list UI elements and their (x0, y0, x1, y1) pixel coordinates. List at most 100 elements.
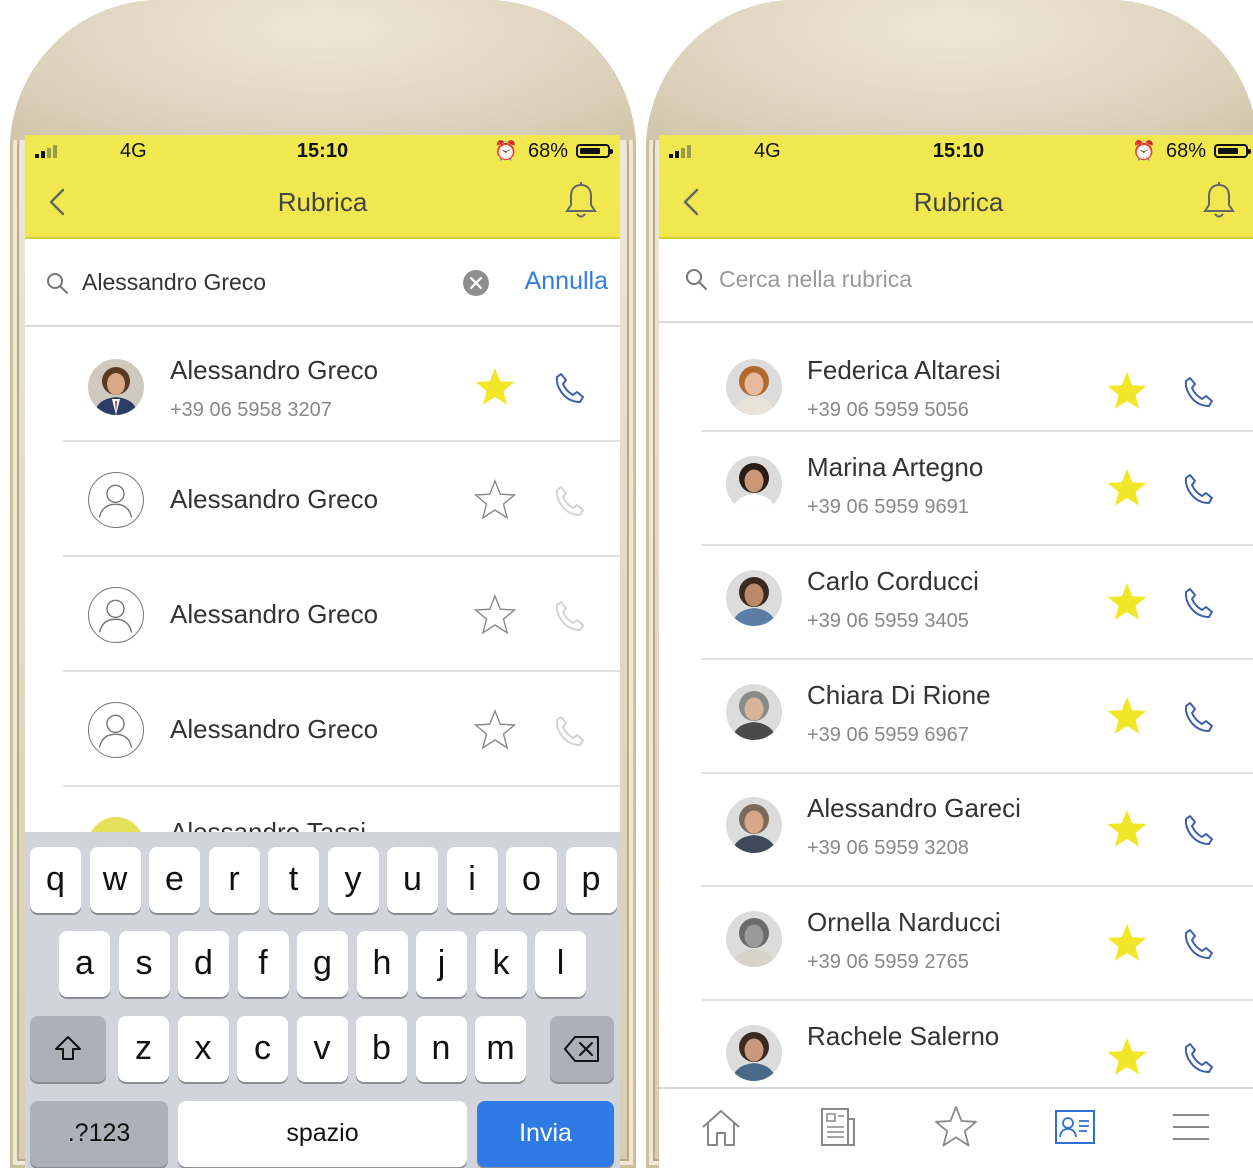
tab-bar (659, 1087, 1253, 1168)
user-placeholder-icon (88, 702, 144, 758)
contact-name: Alessandro Greco (170, 599, 379, 629)
contacts-icon[interactable] (1051, 1103, 1099, 1151)
key-a[interactable]: a (59, 931, 110, 997)
key-z[interactable]: z (118, 1016, 169, 1082)
star-filled-icon[interactable] (1105, 807, 1149, 851)
search-icon (47, 273, 68, 294)
contact-name: Alessandro Greco (170, 355, 379, 385)
phone-call-icon[interactable] (1182, 472, 1216, 506)
phone-call-icon[interactable] (1182, 586, 1216, 620)
phone-call-icon[interactable] (1182, 927, 1216, 961)
alarm-icon: ⏰ (1132, 141, 1156, 162)
phone-call-icon[interactable] (1182, 1041, 1216, 1075)
contact-row[interactable]: Ornella Narducci +39 06 5959 2765 (659, 887, 1253, 1001)
contact-phone: +39 06 5959 5056 (807, 399, 969, 421)
contact-row[interactable]: Marina Artegno +39 06 5959 9691 (659, 432, 1253, 546)
star-filled-icon[interactable] (473, 365, 517, 409)
key-i[interactable]: i (446, 847, 498, 913)
key-c[interactable]: c (237, 1016, 288, 1082)
menu-icon[interactable] (1167, 1103, 1215, 1151)
space-key[interactable]: spazio (178, 1101, 467, 1167)
contact-name: Chiara Di Rione (807, 680, 991, 710)
contact-name: Carlo Corducci (807, 566, 979, 596)
cancel-search-button[interactable]: Annulla (525, 267, 608, 296)
favorites-icon[interactable] (932, 1103, 980, 1151)
phone-call-disabled-icon (555, 486, 584, 516)
left-screen: 4G 15:10 ⏰ 68% Rubrica Alessandro Greco … (25, 135, 620, 1168)
key-d[interactable]: d (178, 931, 229, 997)
star-outline-icon[interactable] (473, 708, 517, 752)
left-phone-frame: 4G 15:10 ⏰ 68% Rubrica Alessandro Greco … (10, 0, 636, 1168)
key-y[interactable]: y (327, 847, 379, 913)
home-icon[interactable] (697, 1103, 745, 1151)
key-q[interactable]: q (30, 847, 81, 913)
shift-key[interactable] (30, 1016, 106, 1082)
key-e[interactable]: e (149, 847, 200, 913)
phone-call-icon[interactable] (1182, 375, 1216, 409)
key-p[interactable]: p (565, 847, 617, 913)
send-key[interactable]: Invia (477, 1101, 614, 1167)
right-screen: 4G 15:10 ⏰ 68% Rubrica Cerca nella rubri… (659, 135, 1253, 1168)
key-m[interactable]: m (475, 1016, 526, 1082)
star-outline-icon[interactable] (473, 593, 517, 637)
bell-icon[interactable] (564, 181, 598, 221)
result-row[interactable]: Alessandro Greco (25, 557, 620, 672)
phone-call-icon[interactable] (1182, 813, 1216, 847)
phone-bezel (10, 0, 636, 140)
key-g[interactable]: g (297, 931, 348, 997)
result-row[interactable]: Alessandro Greco (25, 442, 620, 557)
key-b[interactable]: b (356, 1016, 407, 1082)
key-l[interactable]: l (535, 931, 586, 997)
result-row[interactable]: Alessandro Greco +39 06 5958 3207 (25, 327, 620, 442)
star-filled-icon[interactable] (1105, 580, 1149, 624)
key-s[interactable]: s (118, 931, 170, 997)
search-input[interactable]: Cerca nella rubrica (719, 266, 912, 293)
contact-phone: +39 06 5959 2765 (807, 951, 969, 973)
key-f[interactable]: f (237, 931, 289, 997)
star-filled-icon[interactable] (1105, 369, 1149, 413)
right-phone-frame: 4G 15:10 ⏰ 68% Rubrica Cerca nella rubri… (646, 0, 1253, 1168)
contact-photo (88, 359, 144, 415)
star-outline-icon[interactable] (473, 478, 517, 522)
phone-call-icon[interactable] (1182, 700, 1216, 734)
key-x[interactable]: x (177, 1016, 229, 1082)
key-n[interactable]: n (415, 1016, 467, 1082)
contact-row[interactable]: Alessandro Gareci +39 06 5959 3208 (659, 773, 1253, 887)
key-h[interactable]: h (356, 931, 408, 997)
contact-row[interactable]: Chiara Di Rione +39 06 5959 6967 (659, 660, 1253, 774)
battery-percent: 68% (1165, 140, 1206, 162)
keyboard: qwertyuiop asdfghjkl zxcvbnm .?123 spazi… (25, 832, 620, 1168)
search-input[interactable]: Alessandro Greco (82, 269, 266, 296)
contact-name: Alessandro Gareci (807, 793, 1021, 823)
star-filled-icon[interactable] (1105, 466, 1149, 510)
key-j[interactable]: j (416, 931, 467, 997)
status-bar: 4G 15:10 ⏰ 68% (659, 135, 1253, 167)
contact-name: Federica Altaresi (807, 355, 1001, 385)
contact-phone: +39 06 5959 3208 (807, 837, 969, 859)
contact-name: Marina Artegno (807, 452, 984, 482)
star-filled-icon[interactable] (1105, 694, 1149, 738)
key-o[interactable]: o (506, 847, 557, 913)
numbers-key[interactable]: .?123 (30, 1101, 168, 1167)
key-k[interactable]: k (475, 931, 527, 997)
backspace-key[interactable] (550, 1016, 614, 1082)
clear-search-icon[interactable] (463, 270, 489, 296)
phone-call-icon[interactable] (553, 371, 587, 405)
contact-photo (726, 570, 782, 626)
key-w[interactable]: w (89, 847, 141, 913)
key-u[interactable]: u (387, 847, 438, 913)
key-t[interactable]: t (268, 847, 319, 913)
contact-row[interactable]: Carlo Corducci +39 06 5959 3405 (659, 546, 1253, 660)
star-filled-icon[interactable] (1105, 921, 1149, 965)
news-icon[interactable] (814, 1103, 862, 1151)
key-v[interactable]: v (296, 1016, 348, 1082)
phone-call-disabled-icon (555, 716, 584, 746)
bell-icon[interactable] (1202, 181, 1236, 221)
key-r[interactable]: r (208, 847, 260, 913)
nav-bar: Rubrica (25, 167, 620, 239)
star-filled-icon[interactable] (1105, 1035, 1149, 1079)
contact-photo (726, 1025, 782, 1081)
nav-bar: Rubrica (659, 167, 1253, 239)
contact-row[interactable]: Federica Altaresi +39 06 5959 5056 (659, 327, 1253, 432)
result-row[interactable]: Alessandro Greco (25, 672, 620, 787)
